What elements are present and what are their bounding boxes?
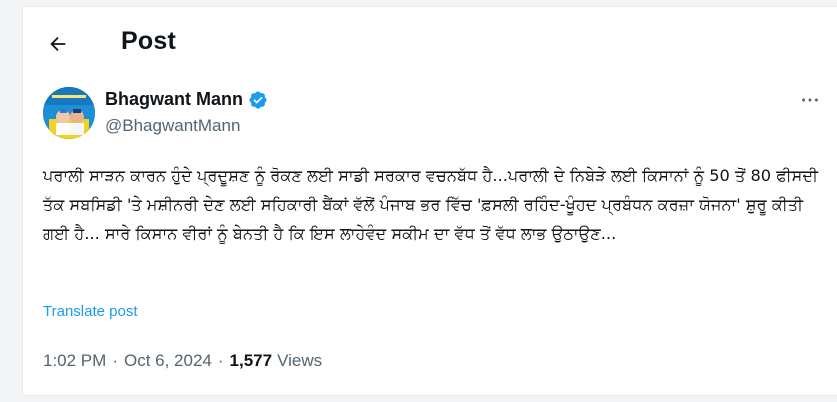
translate-post-link[interactable]: Translate post — [43, 303, 138, 320]
author-handle[interactable]: @BhagwantMann — [105, 116, 240, 136]
post-author: Bhagwant Mann @BhagwantMann — [43, 87, 823, 143]
author-name[interactable]: Bhagwant Mann — [105, 89, 243, 110]
post-text: ਪਰਾਲੀ ਸਾੜਨ ਕਾਰਨ ਹੁੰਦੇ ਪ੍ਰਦੂਸ਼ਣ ਨੂੰ ਰੋਕਣ … — [43, 166, 819, 243]
post-meta: 1:02 PM · Oct 6, 2024 · 1,577 Views — [43, 351, 322, 371]
views-count: 1,577 — [229, 351, 273, 370]
post-time[interactable]: 1:02 PM — [43, 351, 106, 371]
post-header: Post — [23, 7, 837, 75]
avatar[interactable] — [43, 87, 95, 139]
page-title: Post — [121, 27, 176, 55]
verified-badge-icon[interactable] — [248, 90, 268, 110]
meta-separator: · — [112, 351, 118, 370]
back-button[interactable] — [43, 29, 73, 59]
views-label: Views — [277, 351, 323, 370]
meta-separator: · — [217, 351, 224, 370]
post-date[interactable]: Oct 6, 2024 — [124, 351, 212, 371]
avatar-image — [43, 87, 95, 139]
author-name-row: Bhagwant Mann — [105, 89, 268, 110]
more-horizontal-icon — [802, 98, 818, 102]
more-options-button[interactable] — [797, 87, 823, 113]
arrow-left-icon — [50, 36, 66, 52]
post-card: Post Bhagwant Mann @BhagwantMann ਪਰਾਲੀ ਸ… — [22, 6, 837, 396]
